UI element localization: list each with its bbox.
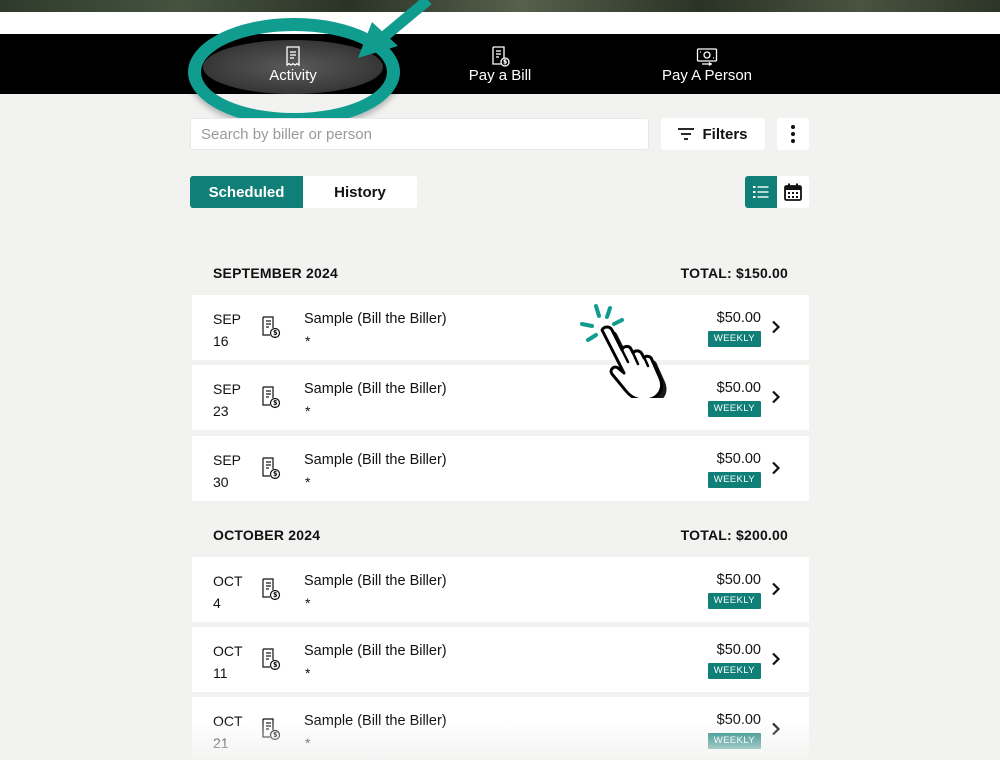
- nav-pay-bill-label: Pay a Bill: [468, 67, 532, 84]
- payment-month: SEP: [213, 381, 242, 397]
- payment-row[interactable]: OCT 11 Sample (Bill the Biller) * $50.00…: [192, 627, 809, 692]
- nav-activity-label: Activity: [269, 67, 317, 84]
- frequency-badge: WEEKLY: [707, 663, 761, 679]
- payment-note: *: [305, 735, 311, 751]
- payee-name: Sample (Bill the Biller): [304, 713, 447, 729]
- frequency-badge: WEEKLY: [707, 331, 761, 347]
- search-input[interactable]: [190, 118, 649, 150]
- payment-day: 30: [213, 474, 229, 490]
- tab-scheduled[interactable]: Scheduled: [190, 176, 303, 208]
- nav-pay-bill[interactable]: Pay a Bill: [440, 34, 560, 94]
- frequency-badge: WEEKLY: [707, 401, 761, 417]
- chevron-right-icon: [772, 722, 781, 736]
- payment-amount: $50.00: [716, 712, 761, 728]
- payment-month: SEP: [213, 452, 242, 468]
- payment-note: *: [305, 665, 311, 681]
- payment-day: 21: [213, 735, 229, 751]
- payment-month: OCT: [213, 713, 243, 729]
- kebab-menu-icon: [791, 125, 795, 143]
- tab-history[interactable]: History: [303, 176, 417, 208]
- payment-day: 16: [213, 333, 229, 349]
- activity-tabs: Scheduled History: [190, 176, 417, 208]
- filters-label: Filters: [702, 125, 748, 143]
- bill-dollar-icon: [262, 648, 281, 671]
- payment-day: 11: [213, 665, 228, 681]
- nav-pay-person[interactable]: Pay A Person: [647, 34, 767, 94]
- payment-note: *: [305, 595, 311, 611]
- calendar-view-button[interactable]: [777, 176, 809, 208]
- payee-name: Sample (Bill the Biller): [304, 573, 447, 589]
- chevron-right-icon: [772, 390, 781, 404]
- filters-button[interactable]: Filters: [661, 118, 765, 150]
- payment-amount: $50.00: [716, 310, 761, 326]
- bill-dollar-icon: [262, 386, 281, 409]
- nav-activity[interactable]: Activity: [203, 34, 383, 94]
- payment-day: 23: [213, 403, 229, 419]
- calendar-icon: [784, 183, 802, 201]
- frequency-badge: WEEKLY: [707, 593, 761, 609]
- payment-amount: $50.00: [716, 380, 761, 396]
- payment-month: OCT: [213, 573, 243, 589]
- nav-pay-person-label: Pay A Person: [661, 67, 753, 84]
- chevron-right-icon: [772, 461, 781, 475]
- bill-dollar-icon: [262, 457, 281, 480]
- payee-name: Sample (Bill the Biller): [304, 643, 447, 659]
- chevron-right-icon: [772, 582, 781, 596]
- month-total: TOTAL: $150.00: [680, 265, 788, 281]
- filter-icon: [678, 128, 695, 140]
- month-header: SEPTEMBER 2024 TOTAL: $150.00: [213, 265, 788, 285]
- month-total: TOTAL: $200.00: [680, 527, 788, 543]
- payment-month: SEP: [213, 311, 242, 327]
- payment-row[interactable]: SEP 23 Sample (Bill the Biller) * $50.00…: [192, 365, 809, 430]
- frequency-badge: WEEKLY: [707, 472, 761, 488]
- payee-name: Sample (Bill the Biller): [304, 381, 447, 397]
- payment-amount: $50.00: [716, 642, 761, 658]
- month-title: OCTOBER 2024: [213, 527, 321, 543]
- month-title: SEPTEMBER 2024: [213, 265, 338, 281]
- payment-row[interactable]: SEP 30 Sample (Bill the Biller) * $50.00…: [192, 436, 809, 501]
- payee-name: Sample (Bill the Biller): [304, 311, 447, 327]
- chevron-right-icon: [772, 320, 781, 334]
- payment-day: 4: [213, 595, 221, 611]
- frequency-badge: WEEKLY: [707, 733, 761, 749]
- list-view-button[interactable]: [745, 176, 777, 208]
- payment-row[interactable]: SEP 16 Sample (Bill the Biller) * $50.00…: [192, 295, 809, 360]
- receipt-icon: [286, 46, 300, 67]
- bill-dollar-icon: [262, 718, 281, 741]
- bill-dollar-icon: [262, 578, 281, 601]
- month-header: OCTOBER 2024 TOTAL: $200.00: [213, 527, 788, 547]
- payment-note: *: [305, 403, 311, 419]
- header-strip: [0, 12, 1000, 34]
- main-nav: Activity Pay a Bill Pay A Person: [0, 34, 1000, 94]
- payee-name: Sample (Bill the Biller): [304, 452, 447, 468]
- more-options-button[interactable]: [777, 118, 809, 150]
- bill-dollar-icon: [492, 46, 510, 67]
- chevron-right-icon: [772, 652, 781, 666]
- list-icon: [753, 186, 769, 198]
- payment-amount: $50.00: [716, 451, 761, 467]
- bill-dollar-icon: [262, 316, 281, 339]
- payment-month: OCT: [213, 643, 243, 659]
- payment-note: *: [305, 333, 311, 349]
- payment-amount: $50.00: [716, 572, 761, 588]
- header-photo-banner: [0, 0, 1000, 12]
- money-transfer-icon: [696, 48, 718, 67]
- payment-note: *: [305, 474, 311, 490]
- payment-row[interactable]: OCT 21 Sample (Bill the Biller) * $50.00…: [192, 697, 809, 760]
- payment-row[interactable]: OCT 4 Sample (Bill the Biller) * $50.00 …: [192, 557, 809, 622]
